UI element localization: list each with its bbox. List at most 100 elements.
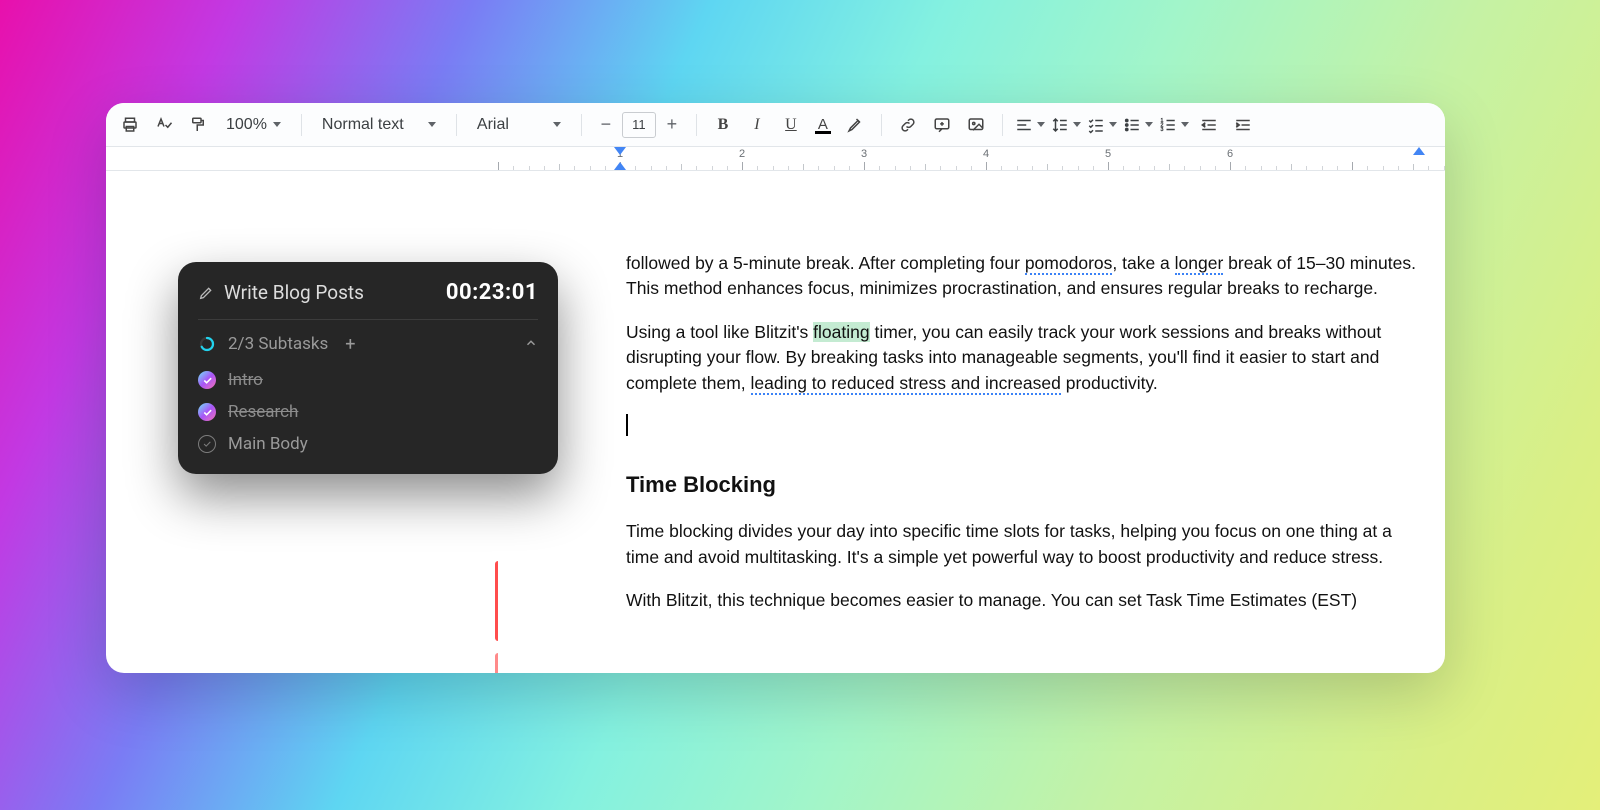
ruler-tick bbox=[986, 162, 987, 170]
font-size-input[interactable]: 11 bbox=[622, 112, 656, 138]
ruler-tick bbox=[1322, 166, 1323, 170]
document-body[interactable]: followed by a 5-minute break. After comp… bbox=[626, 251, 1426, 631]
add-subtask-button[interactable]: + bbox=[340, 334, 360, 354]
ruler-tick bbox=[635, 166, 636, 170]
insert-link-button[interactable] bbox=[894, 111, 922, 139]
ruler-tick bbox=[605, 166, 606, 170]
ruler-tick bbox=[1154, 166, 1155, 170]
right-indent-marker[interactable] bbox=[1413, 147, 1425, 155]
separator bbox=[881, 114, 882, 136]
subtask-label: Research bbox=[228, 402, 298, 422]
line-spacing-dropdown[interactable] bbox=[1051, 116, 1081, 134]
underline-button[interactable]: U bbox=[777, 111, 805, 139]
grammar-underline[interactable]: leading to reduced stress and increased bbox=[751, 373, 1061, 395]
ruler-tick bbox=[895, 166, 896, 170]
bold-button[interactable]: B bbox=[709, 111, 737, 139]
insert-image-button[interactable] bbox=[962, 111, 990, 139]
ruler-tick bbox=[1230, 162, 1231, 170]
checklist-dropdown[interactable] bbox=[1087, 116, 1117, 134]
increase-font-size-button[interactable]: + bbox=[660, 113, 684, 137]
print-button[interactable] bbox=[116, 111, 144, 139]
spellcheck-underline[interactable]: longer bbox=[1175, 253, 1224, 275]
collapse-toggle[interactable] bbox=[524, 335, 538, 354]
paragraph[interactable]: With Blitzit, this technique becomes eas… bbox=[626, 588, 1426, 613]
progress-ring-icon bbox=[198, 335, 216, 353]
heading[interactable]: Time Blocking bbox=[626, 469, 1426, 501]
increase-indent-button[interactable] bbox=[1229, 111, 1257, 139]
ruler-tick bbox=[849, 166, 850, 170]
subtasks-count: 2/3 Subtasks bbox=[228, 334, 328, 354]
ruler-tick bbox=[1169, 164, 1170, 170]
widget-title-group: Write Blog Posts bbox=[198, 281, 364, 304]
ruler-tick bbox=[1291, 164, 1292, 170]
ruler-tick bbox=[788, 166, 789, 170]
bulleted-list-dropdown[interactable] bbox=[1123, 116, 1153, 134]
ruler-tick bbox=[544, 166, 545, 170]
ruler-tick bbox=[1276, 166, 1277, 170]
ruler-tick bbox=[1062, 166, 1063, 170]
italic-button[interactable]: I bbox=[743, 111, 771, 139]
caret-down-icon bbox=[1109, 122, 1117, 127]
subtask-item[interactable]: Main Body bbox=[198, 434, 538, 454]
text-color-button[interactable]: A bbox=[811, 113, 835, 137]
pencil-icon bbox=[198, 285, 214, 301]
ruler-tick bbox=[956, 166, 957, 170]
zoom-dropdown[interactable]: 100% bbox=[218, 110, 289, 140]
paragraph-style-dropdown[interactable]: Normal text bbox=[314, 110, 444, 140]
checkbox-checked-icon[interactable] bbox=[198, 371, 216, 389]
font-family-dropdown[interactable]: Arial bbox=[469, 110, 569, 140]
paragraph[interactable]: Time blocking divides your day into spec… bbox=[626, 519, 1426, 570]
font-size-group: − 11 + bbox=[594, 112, 684, 138]
left-indent-marker[interactable] bbox=[614, 162, 626, 170]
subtasks-header: 2/3 Subtasks + bbox=[198, 320, 538, 364]
font-family-value: Arial bbox=[477, 116, 509, 134]
highlighted-text[interactable]: floating bbox=[813, 322, 869, 342]
paragraph-style-value: Normal text bbox=[322, 116, 404, 134]
subtask-item[interactable]: Research bbox=[198, 402, 538, 422]
add-comment-button[interactable] bbox=[928, 111, 956, 139]
floating-timer-widget[interactable]: Write Blog Posts 00:23:01 2/3 Subtasks +… bbox=[178, 262, 558, 474]
decrease-indent-button[interactable] bbox=[1195, 111, 1223, 139]
widget-title: Write Blog Posts bbox=[224, 281, 364, 304]
numbered-list-dropdown[interactable]: 123 bbox=[1159, 116, 1189, 134]
subtask-list: Intro Research Main Body bbox=[198, 364, 538, 454]
ruler-tick bbox=[590, 166, 591, 170]
highlight-color-button[interactable] bbox=[841, 111, 869, 139]
subtask-item[interactable]: Intro bbox=[198, 370, 538, 390]
text-run: Using a tool like Blitzit's bbox=[626, 322, 813, 342]
ruler-tick bbox=[1108, 162, 1109, 170]
ruler-tick bbox=[1306, 166, 1307, 170]
ruler-tick bbox=[1184, 166, 1185, 170]
paragraph[interactable] bbox=[626, 414, 1426, 439]
ruler-tick bbox=[712, 166, 713, 170]
ruler-tick bbox=[757, 166, 758, 170]
spellcheck-button[interactable] bbox=[150, 111, 178, 139]
ruler-tick bbox=[666, 166, 667, 170]
ruler-tick bbox=[681, 164, 682, 170]
decrease-font-size-button[interactable]: − bbox=[594, 113, 618, 137]
spellcheck-underline[interactable]: pomodoros bbox=[1025, 253, 1113, 275]
text-run: productivity. bbox=[1061, 373, 1158, 393]
paragraph[interactable]: Using a tool like Blitzit's floating tim… bbox=[626, 320, 1426, 396]
align-dropdown[interactable] bbox=[1015, 116, 1045, 134]
caret-down-icon bbox=[273, 122, 281, 127]
caret-down-icon bbox=[1145, 122, 1153, 127]
horizontal-ruler[interactable]: 123456 bbox=[106, 147, 1445, 171]
checkbox-unchecked-icon[interactable] bbox=[198, 435, 216, 453]
checkbox-checked-icon[interactable] bbox=[198, 403, 216, 421]
subtask-label: Intro bbox=[228, 370, 263, 390]
toolbar: 100% Normal text Arial − 11 + bbox=[106, 103, 1445, 147]
ruler-tick bbox=[559, 164, 560, 170]
ruler-tick bbox=[651, 166, 652, 170]
paragraph[interactable]: followed by a 5-minute break. After comp… bbox=[626, 251, 1426, 302]
paint-format-button[interactable] bbox=[184, 111, 212, 139]
ruler-tick bbox=[1001, 166, 1002, 170]
ruler-tick bbox=[1383, 166, 1384, 170]
ruler-tick bbox=[1139, 166, 1140, 170]
font-size-value: 11 bbox=[632, 117, 646, 132]
ruler-tick bbox=[742, 162, 743, 170]
first-line-indent-marker[interactable] bbox=[614, 147, 626, 155]
svg-text:3: 3 bbox=[1160, 127, 1163, 133]
document-page: followed by a 5-minute break. After comp… bbox=[498, 171, 1438, 673]
ruler-tick bbox=[864, 162, 865, 170]
